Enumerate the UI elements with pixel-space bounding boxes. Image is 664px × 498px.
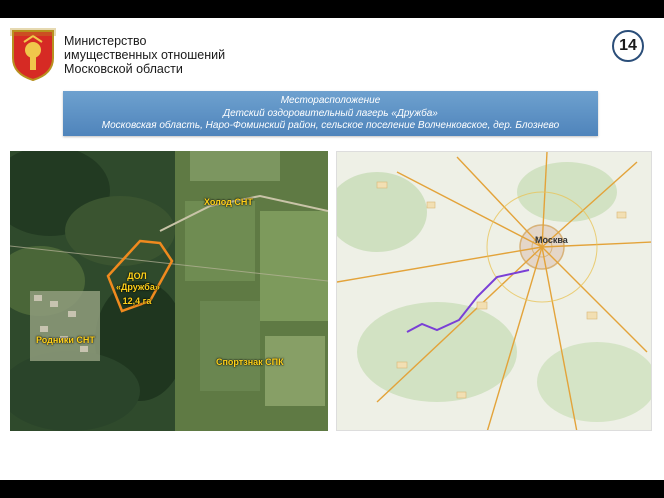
- satellite-imagery: [10, 151, 328, 431]
- banner-line-1: Месторасположение: [280, 95, 381, 106]
- ministry-line-1: Министерство: [64, 34, 147, 48]
- page-number-badge: 14: [612, 30, 644, 62]
- label-moscow: Москва: [535, 235, 568, 245]
- dol-area: 12,4 га: [122, 296, 152, 306]
- ministry-line-3: Московской области: [64, 62, 183, 76]
- satellite-map: Холод СНТ ДОЛ «Дружба» 12,4 га Родники С…: [10, 151, 328, 431]
- banner-line-2: Детский оздоровительный лагерь «Дружба»: [223, 107, 438, 119]
- ministry-name: Министерство имущественных отношений Мос…: [64, 34, 225, 76]
- road-map-graphic: [337, 152, 651, 430]
- label-holod-snt: Холод СНТ: [204, 197, 253, 207]
- label-sportznak-spk: Спортзнак СПК: [216, 357, 284, 367]
- label-dol-druzhba: ДОЛ «Дружба» 12,4 га: [116, 271, 160, 307]
- dol-line-1: ДОЛ: [127, 271, 147, 281]
- title-banner: Месторасположение Детский оздоровительны…: [63, 91, 598, 136]
- road-map: Москва: [336, 151, 652, 431]
- ministry-line-2: имущественных отношений: [64, 48, 226, 62]
- label-rodniki-snt: Родники СНТ: [36, 335, 95, 345]
- banner-line-3: Московская область, Наро-Фоминский район…: [101, 120, 560, 131]
- slide: Министерство имущественных отношений Мос…: [0, 18, 664, 480]
- coat-of-arms-logo: [10, 28, 56, 82]
- dol-line-2: «Дружба»: [116, 282, 160, 292]
